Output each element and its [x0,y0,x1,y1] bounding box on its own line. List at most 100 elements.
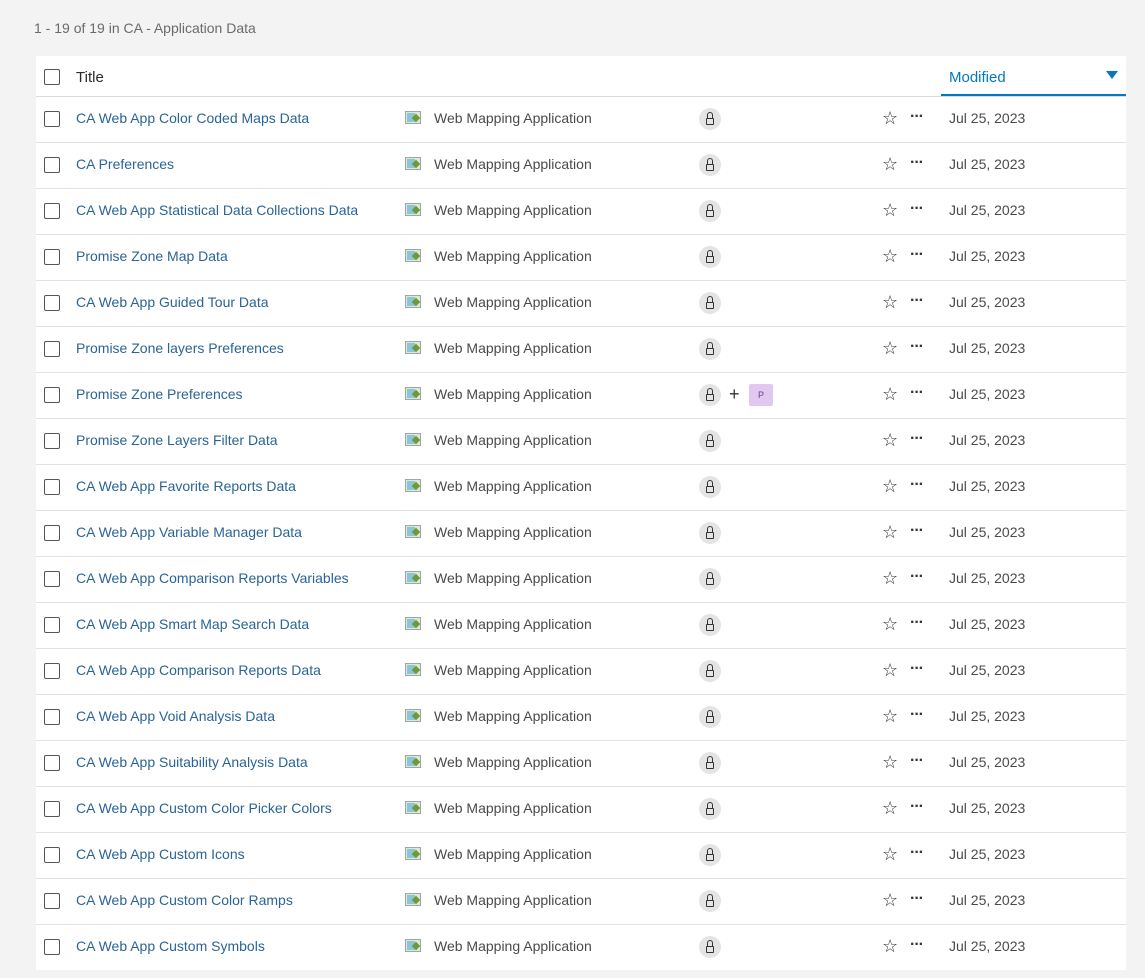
lock-icon[interactable] [699,660,721,682]
row-checkbox[interactable] [44,111,60,127]
star-icon[interactable]: ☆ [882,476,898,496]
star-icon[interactable]: ☆ [882,660,898,680]
star-icon[interactable]: ☆ [882,798,898,818]
item-title-link[interactable]: CA Web App Suitability Analysis Data [76,754,308,770]
star-icon[interactable]: ☆ [882,108,898,128]
more-options-icon[interactable]: ··· [910,843,924,863]
more-options-icon[interactable]: ··· [910,107,924,127]
row-checkbox[interactable] [44,157,60,173]
lock-icon[interactable] [699,936,721,958]
lock-icon[interactable] [699,890,721,912]
more-options-icon[interactable]: ··· [910,337,924,357]
lock-icon[interactable] [699,154,721,176]
star-icon[interactable]: ☆ [882,752,898,772]
more-options-icon[interactable]: ··· [910,567,924,587]
item-title-link[interactable]: CA Web App Comparison Reports Variables [76,570,349,586]
star-icon[interactable]: ☆ [882,936,898,956]
star-icon[interactable]: ☆ [882,430,898,450]
lock-icon[interactable] [699,108,721,130]
star-icon[interactable]: ☆ [882,246,898,266]
item-title-link[interactable]: CA Web App Custom Icons [76,846,245,862]
star-icon[interactable]: ☆ [882,706,898,726]
row-checkbox[interactable] [44,709,60,725]
row-checkbox[interactable] [44,341,60,357]
star-icon[interactable]: ☆ [882,200,898,220]
lock-icon[interactable] [699,384,721,406]
more-options-icon[interactable]: ··· [910,889,924,909]
lock-icon[interactable] [699,200,721,222]
select-all-checkbox[interactable] [44,69,60,85]
star-icon[interactable]: ☆ [882,154,898,174]
item-title-link[interactable]: CA Web App Comparison Reports Data [76,662,321,678]
lock-icon[interactable] [699,568,721,590]
lock-icon[interactable] [699,798,721,820]
more-options-icon[interactable]: ··· [910,291,924,311]
star-icon[interactable]: ☆ [882,890,898,910]
more-options-icon[interactable]: ··· [910,199,924,219]
item-title-link[interactable]: CA Web App Custom Color Ramps [76,892,293,908]
star-icon[interactable]: ☆ [882,844,898,864]
more-options-icon[interactable]: ··· [910,613,924,633]
more-options-icon[interactable]: ··· [910,153,924,173]
lock-icon[interactable] [699,752,721,774]
more-options-icon[interactable]: ··· [910,245,924,265]
row-checkbox[interactable] [44,939,60,955]
row-checkbox[interactable] [44,525,60,541]
star-icon[interactable]: ☆ [882,568,898,588]
star-icon[interactable]: ☆ [882,292,898,312]
more-options-icon[interactable]: ··· [910,751,924,771]
item-title-link[interactable]: CA Preferences [76,156,174,172]
more-options-icon[interactable]: ··· [910,935,924,955]
row-checkbox[interactable] [44,249,60,265]
star-icon[interactable]: ☆ [882,614,898,634]
row-checkbox[interactable] [44,295,60,311]
group-badge[interactable]: P [749,384,773,406]
item-title-link[interactable]: CA Web App Variable Manager Data [76,524,302,540]
title-column-header[interactable]: Title [76,69,104,86]
lock-icon[interactable] [699,430,721,452]
modified-column-header[interactable]: Modified [941,56,1126,96]
row-checkbox[interactable] [44,571,60,587]
item-title-link[interactable]: Promise Zone Preferences [76,386,243,402]
star-icon[interactable]: ☆ [882,384,898,404]
more-options-icon[interactable]: ··· [910,521,924,541]
item-title-link[interactable]: Promise Zone Map Data [76,248,228,264]
lock-icon[interactable] [699,476,721,498]
item-title-link[interactable]: CA Web App Color Coded Maps Data [76,110,309,126]
row-checkbox[interactable] [44,847,60,863]
row-checkbox[interactable] [44,755,60,771]
lock-icon[interactable] [699,292,721,314]
more-options-icon[interactable]: ··· [910,475,924,495]
more-options-icon[interactable]: ··· [910,659,924,679]
item-title-link[interactable]: CA Web App Void Analysis Data [76,708,275,724]
item-title-link[interactable]: CA Web App Smart Map Search Data [76,616,309,632]
row-checkbox[interactable] [44,893,60,909]
item-title-link[interactable]: CA Web App Custom Color Picker Colors [76,800,332,816]
more-options-icon[interactable]: ··· [910,429,924,449]
lock-icon[interactable] [699,844,721,866]
item-title-link[interactable]: Promise Zone layers Preferences [76,340,284,356]
more-options-icon[interactable]: ··· [910,705,924,725]
item-title-link[interactable]: CA Web App Custom Symbols [76,938,265,954]
row-checkbox[interactable] [44,801,60,817]
lock-icon[interactable] [699,706,721,728]
row-checkbox[interactable] [44,663,60,679]
row-checkbox[interactable] [44,433,60,449]
star-icon[interactable]: ☆ [882,522,898,542]
item-title-link[interactable]: CA Web App Favorite Reports Data [76,478,296,494]
star-icon[interactable]: ☆ [882,338,898,358]
row-checkbox[interactable] [44,617,60,633]
row-checkbox[interactable] [44,479,60,495]
sort-descending-icon[interactable] [1106,71,1118,79]
more-options-icon[interactable]: ··· [910,797,924,817]
lock-icon[interactable] [699,614,721,636]
row-checkbox[interactable] [44,387,60,403]
lock-icon[interactable] [699,246,721,268]
lock-icon[interactable] [699,522,721,544]
item-title-link[interactable]: CA Web App Statistical Data Collections … [76,202,358,218]
more-options-icon[interactable]: ··· [910,383,924,403]
lock-icon[interactable] [699,338,721,360]
item-title-link[interactable]: Promise Zone Layers Filter Data [76,432,278,448]
item-title-link[interactable]: CA Web App Guided Tour Data [76,294,269,310]
row-checkbox[interactable] [44,203,60,219]
